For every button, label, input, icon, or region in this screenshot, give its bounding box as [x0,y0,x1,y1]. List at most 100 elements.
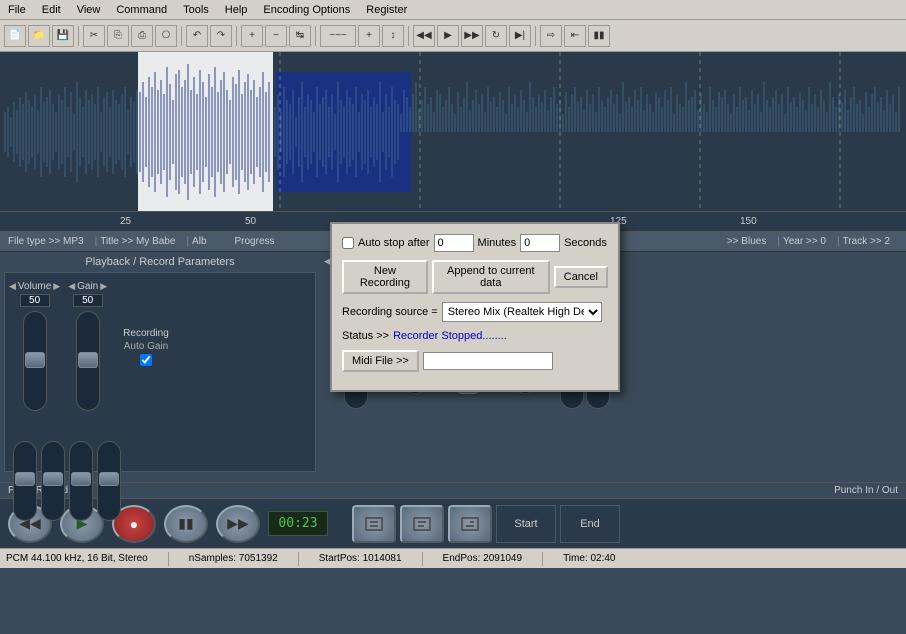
waveform-svg [0,52,906,212]
minutes-label: Minutes [478,237,517,249]
gain-fader[interactable] [76,311,100,411]
endpos-info: EndPos: 2091049 [443,553,523,564]
gain-label: Gain [77,281,98,292]
recording-dialog: Auto stop after Minutes Seconds New Reco… [330,222,620,392]
format-info: PCM 44.100 kHz, 16 Bit, Stereo [6,553,148,564]
fader-1[interactable] [13,441,37,521]
end-label: End [560,505,620,543]
auto-gain-checkbox[interactable] [140,354,152,366]
waveform-btn[interactable]: ~~~ [320,25,356,47]
prev-btn[interactable]: ◀◀ [413,25,435,47]
append-button[interactable]: Append to current data [432,260,550,294]
midi-row: Midi File >> [342,350,608,372]
ruler-mark-25: 25 [120,216,131,227]
save-button[interactable]: 💾 [52,25,74,47]
zoom-out-button[interactable]: − [265,25,287,47]
punch-in-btn[interactable]: ▶| [509,25,531,47]
midi-file-button[interactable]: Midi File >> [342,350,419,372]
menu-help[interactable]: Help [217,2,256,18]
punch-1-icon [362,512,386,536]
menu-command[interactable]: Command [108,2,175,18]
punch-3-icon [458,512,482,536]
expand-btn[interactable]: ⇨ [540,25,562,47]
cancel-button[interactable]: Cancel [554,266,608,288]
punch-2-icon [410,512,434,536]
auto-gain-label: Auto Gain [124,341,168,352]
silence-btn[interactable]: ▮▮ [588,25,610,47]
menu-register[interactable]: Register [358,2,415,18]
redo-button[interactable]: ↷ [210,25,232,47]
shrink-btn[interactable]: ⇤ [564,25,586,47]
time-display: 00:23 [268,511,328,536]
playback-params-title: Playback / Record Parameters [4,256,316,268]
punch-btn-3[interactable] [448,505,492,543]
left-panel: Playback / Record Parameters ◀ Volume ▶ … [0,252,320,482]
track-info: Track >> 2 [843,236,890,247]
loop-btn[interactable]: ↻ [485,25,507,47]
fader-3[interactable] [69,441,93,521]
transport-controls: ◀◀ ▶ ● ▮▮ ▶▶ 00:23 [0,498,906,548]
new-recording-button[interactable]: New Recording [342,260,428,294]
status-row: Status >> Recorder Stopped........ [342,330,608,342]
zoom-in-button[interactable]: + [241,25,263,47]
menu-tools[interactable]: Tools [175,2,217,18]
punch-btn-2[interactable] [400,505,444,543]
play-small-btn[interactable]: ▶ [437,25,459,47]
source-label: Recording source = [342,306,438,318]
cut-button[interactable]: ✂ [83,25,105,47]
seconds-input[interactable] [520,234,560,252]
fader-4[interactable] [97,441,121,521]
move-btn[interactable]: ↕ [382,25,404,47]
fader-3-knob[interactable] [71,472,91,486]
dialog-buttons-row: New Recording Append to current data Can… [342,260,608,294]
ff-btn[interactable]: ▶▶ [461,25,483,47]
progress-label: Progress [235,236,275,247]
fader-4-knob[interactable] [99,472,119,486]
fader-2[interactable] [41,441,65,521]
menu-view[interactable]: View [69,2,109,18]
fader-1-knob[interactable] [15,472,35,486]
fast-forward-button[interactable]: ▶▶ [216,505,260,543]
new-button[interactable]: 📄 [4,25,26,47]
undo-button[interactable]: ↶ [186,25,208,47]
midi-file-input[interactable] [423,352,553,370]
playback-params-panel: ◀ Volume ▶ 50 ◀ Gain ▶ 50 [4,272,316,472]
start-label: Start [496,505,556,543]
punch-btn-1[interactable] [352,505,396,543]
volume-group: ◀ Volume ▶ 50 [9,281,60,413]
fader-2-knob[interactable] [43,472,63,486]
title-info: Title >> My Babe [100,236,175,247]
recording-source-select[interactable]: Stereo Mix (Realtek High Defini [442,302,602,322]
gain-knob[interactable] [78,352,98,368]
ruler-mark-50: 50 [245,216,256,227]
volume-label: Volume [18,281,51,292]
gain-left-arrow[interactable]: ◀ [68,281,75,292]
volume-right-arrow[interactable]: ▶ [53,281,60,292]
gain-right-arrow[interactable]: ▶ [100,281,107,292]
menu-encoding-options[interactable]: Encoding Options [255,2,358,18]
paste-button[interactable]: ⎙ [131,25,153,47]
volume-knob[interactable] [25,352,45,368]
open-button[interactable]: 📁 [28,25,50,47]
auto-stop-label: Auto stop after [358,237,430,249]
menu-file[interactable]: File [0,2,34,18]
status-label: Status >> [342,330,389,342]
zoom-fit-button[interactable]: ↹ [289,25,311,47]
volume-left-arrow[interactable]: ◀ [9,281,16,292]
minutes-input[interactable] [434,234,474,252]
menu-bar: File Edit View Command Tools Help Encodi… [0,0,906,20]
nsamples-info: nSamples: 7051392 [189,553,278,564]
plus-btn[interactable]: + [358,25,380,47]
extra-btn1[interactable]: ⎔ [155,25,177,47]
album-info: Alb [192,236,206,247]
pause-button[interactable]: ▮▮ [164,505,208,543]
genre-info: >> Blues [727,236,766,247]
toolbar-sep-5 [408,26,409,46]
time-info: Time: 02:40 [563,553,615,564]
menu-edit[interactable]: Edit [34,2,69,18]
volume-fader[interactable] [23,311,47,411]
waveform-area[interactable]: 25 50 125 150 [0,52,906,232]
copy-button[interactable]: ⎘ [107,25,129,47]
toolbar-sep-1 [78,26,79,46]
auto-stop-checkbox[interactable] [342,237,354,249]
